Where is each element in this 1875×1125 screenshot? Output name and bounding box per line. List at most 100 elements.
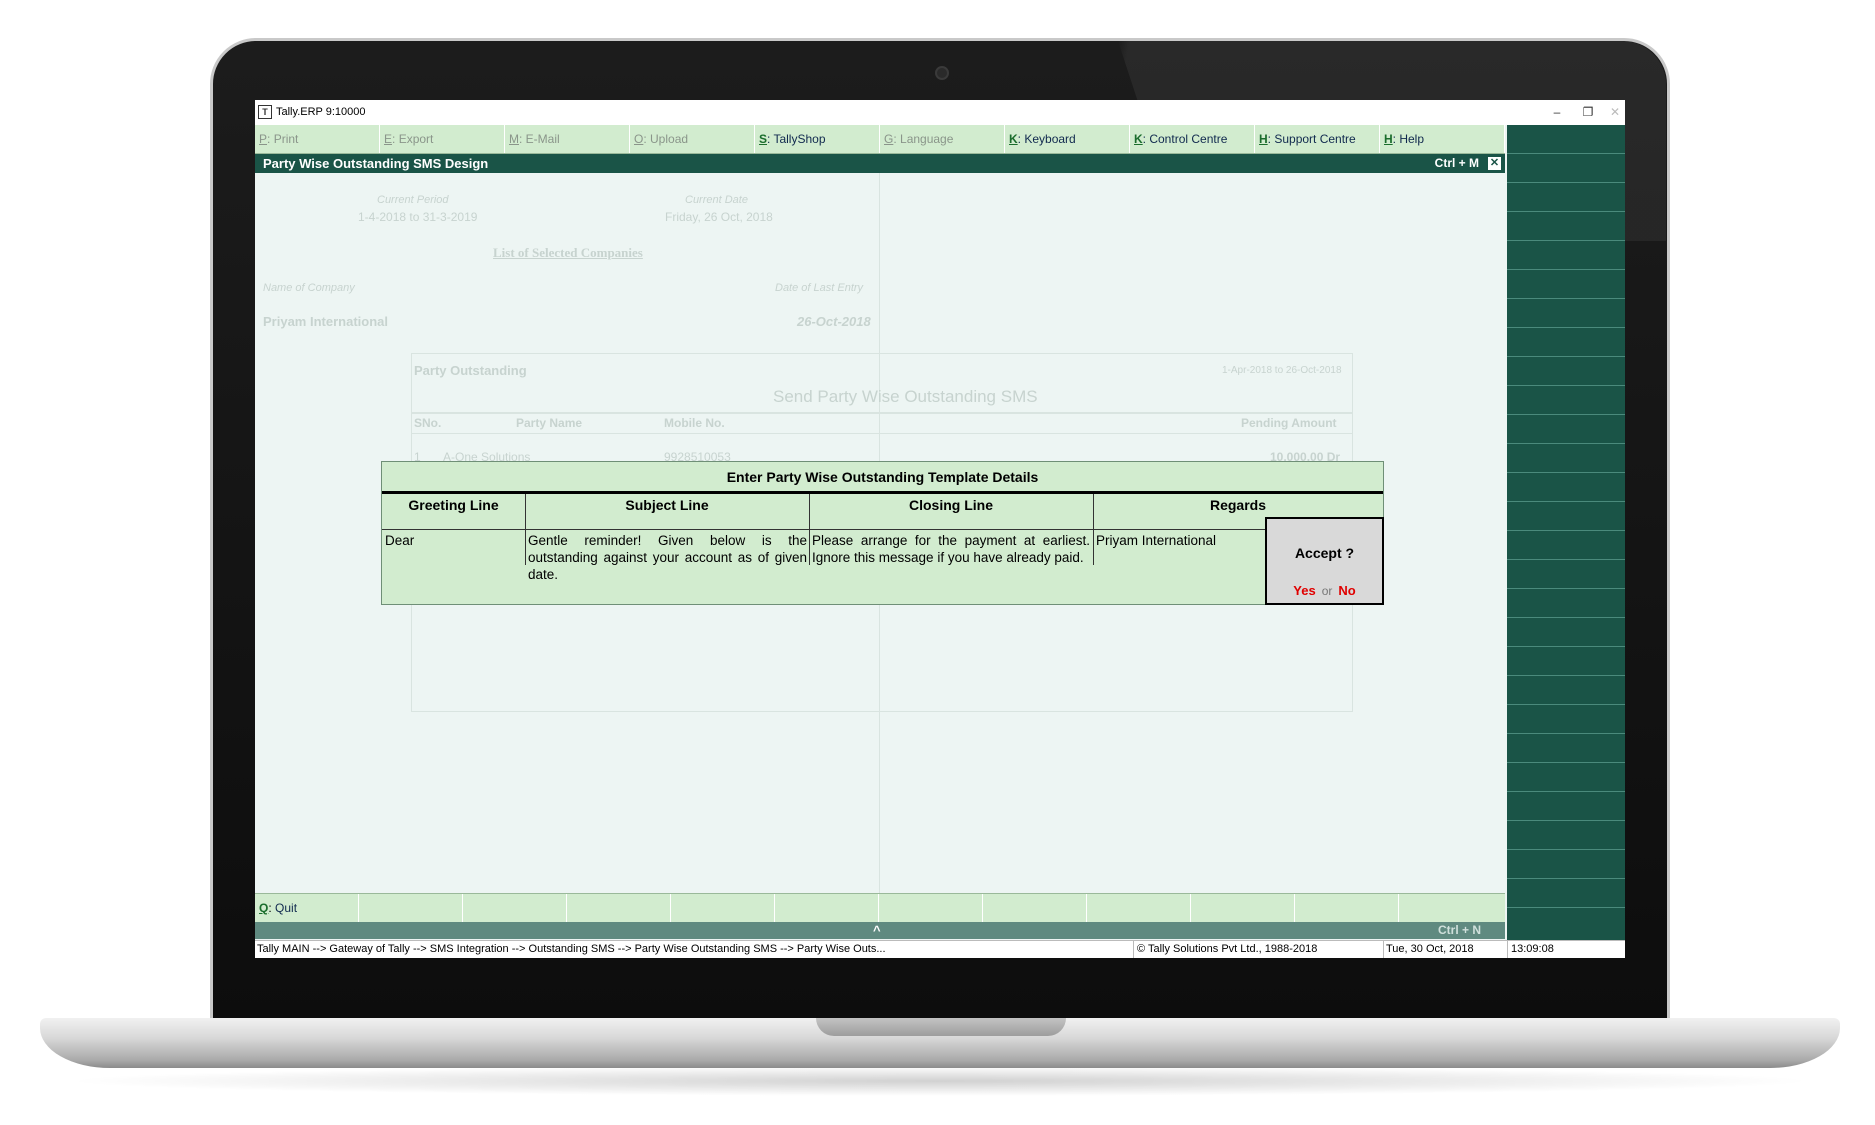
right-panel-button[interactable] (1507, 299, 1625, 328)
accept-options: Yes or No (1267, 583, 1382, 598)
button-support-centre[interactable]: H: Support Centre (1255, 125, 1380, 153)
bottom-empty-button[interactable] (1191, 894, 1295, 922)
status-date: Tue, 30 Oct, 2018 (1386, 943, 1474, 955)
button-export[interactable]: E: Export (380, 125, 505, 153)
bottom-empty-button[interactable] (983, 894, 1087, 922)
date-last-entry-label: Date of Last Entry (775, 282, 864, 294)
col-party-name: Party Name (516, 416, 583, 430)
right-panel-button[interactable] (1507, 792, 1625, 821)
bottom-empty-button[interactable] (359, 894, 463, 922)
right-panel-button[interactable] (1507, 357, 1625, 386)
button-quit[interactable]: Q: Quit (255, 894, 359, 922)
accept-prompt: Accept ? Yes or No (1265, 517, 1384, 605)
right-panel-button[interactable] (1507, 473, 1625, 502)
bottom-empty-button[interactable] (671, 894, 775, 922)
right-panel-button[interactable] (1507, 531, 1625, 560)
bottom-shortcut[interactable]: Ctrl + N (1438, 923, 1481, 937)
right-panel-button[interactable] (1507, 386, 1625, 415)
status-separator (1507, 941, 1508, 958)
right-panel-button[interactable] (1507, 618, 1625, 647)
report-title: Party Outstanding (414, 363, 527, 378)
subject-line-field[interactable]: Gentle reminder! Given below is the outs… (528, 532, 807, 583)
report-period: 1-Apr-2018 to 26-Oct-2018 (1222, 365, 1342, 376)
right-panel-button[interactable] (1507, 850, 1625, 879)
col-mobile: Mobile No. (664, 416, 725, 430)
regards-field[interactable]: Priyam International (1096, 532, 1261, 549)
right-panel-button[interactable] (1507, 183, 1625, 212)
header-shortcut[interactable]: Ctrl + M (1435, 156, 1479, 170)
bottom-empty-button[interactable] (567, 894, 671, 922)
closing-line-field[interactable]: Please arrange for the payment at earlie… (812, 532, 1090, 566)
button-control-centre[interactable]: K: Control Centre (1130, 125, 1255, 153)
col-sno: SNo. (414, 416, 442, 430)
screen-title: Party Wise Outstanding SMS Design (263, 156, 489, 171)
close-icon[interactable]: ✕ (1488, 157, 1501, 170)
tally-window: T Tally.ERP 9:10000 – ❐ ✕ P: Print E: Ex… (255, 100, 1625, 958)
accept-yes-button[interactable]: Yes (1293, 583, 1315, 598)
chevron-up-icon[interactable]: ^ (873, 922, 881, 939)
bottom-empty-button[interactable] (879, 894, 983, 922)
restore-button[interactable]: ❐ (1577, 103, 1599, 121)
right-panel-button[interactable] (1507, 705, 1625, 734)
right-button-panel (1507, 125, 1625, 940)
bottom-empty-button[interactable] (1399, 894, 1503, 922)
status-time: 13:09:08 (1511, 943, 1554, 955)
accept-no-button[interactable]: No (1338, 583, 1355, 598)
right-panel-button[interactable] (1507, 502, 1625, 531)
report-subtitle: Send Party Wise Outstanding SMS (773, 387, 1038, 406)
status-separator (1133, 941, 1134, 958)
right-panel-button[interactable] (1507, 154, 1625, 183)
right-panel-button[interactable] (1507, 270, 1625, 299)
current-date-value: Friday, 26 Oct, 2018 (665, 210, 773, 224)
right-panel-button[interactable] (1507, 879, 1625, 908)
current-period-label: Current Period (377, 194, 449, 206)
right-panel-button[interactable] (1507, 212, 1625, 241)
button-upload[interactable]: O: Upload (630, 125, 755, 153)
bottom-button-bar: Q: Quit (255, 893, 1505, 922)
greeting-line-field[interactable]: Dear (385, 532, 521, 549)
laptop-shadow (60, 1066, 1820, 1096)
list-of-companies-title: List of Selected Companies (493, 245, 643, 260)
right-panel-button[interactable] (1507, 444, 1625, 473)
right-panel-button[interactable] (1507, 125, 1625, 154)
dialog-header-row: Greeting Line Subject Line Closing Line … (382, 494, 1383, 530)
subject-line-header: Subject Line (625, 497, 709, 513)
name-of-company-label: Name of Company (263, 282, 355, 294)
right-panel-button[interactable] (1507, 763, 1625, 792)
bottom-empty-button[interactable] (1087, 894, 1191, 922)
button-tallyshop[interactable]: S: TallyShop (755, 125, 880, 153)
button-print[interactable]: P: Print (255, 125, 380, 153)
top-button-bar: P: Print E: Export M: E-Mail O: Upload S… (255, 125, 1505, 154)
button-language[interactable]: G: Language (880, 125, 1005, 153)
bottom-strip: ^ Ctrl + N (255, 922, 1505, 939)
close-window-button[interactable]: ✕ (1604, 103, 1625, 121)
bottom-empty-button[interactable] (463, 894, 567, 922)
dialog-title: Enter Party Wise Outstanding Template De… (726, 469, 1039, 485)
breadcrumb: Tally MAIN --> Gateway of Tally --> SMS … (257, 943, 886, 955)
company-name: Priyam International (263, 314, 388, 329)
report-header-line (412, 433, 1352, 434)
right-panel-button[interactable] (1507, 821, 1625, 850)
accept-or-text: or (1321, 584, 1333, 598)
right-panel-button[interactable] (1507, 241, 1625, 270)
col-pending-amount: Pending Amount (1241, 416, 1337, 430)
button-help[interactable]: H: Help (1380, 125, 1505, 153)
closing-line-header: Closing Line (909, 497, 993, 513)
right-panel-button[interactable] (1507, 676, 1625, 705)
minimize-button[interactable]: – (1546, 103, 1568, 121)
bottom-empty-button[interactable] (1295, 894, 1399, 922)
button-email[interactable]: M: E-Mail (505, 125, 630, 153)
right-panel-button[interactable] (1507, 647, 1625, 676)
right-panel-button[interactable] (1507, 560, 1625, 589)
status-bar: Tally MAIN --> Gateway of Tally --> SMS … (255, 940, 1625, 958)
right-panel-button[interactable] (1507, 415, 1625, 444)
button-keyboard[interactable]: K: Keyboard (1005, 125, 1130, 153)
right-panel-button[interactable] (1507, 328, 1625, 357)
column-divider (525, 494, 526, 565)
laptop-notch (816, 1018, 1066, 1036)
right-panel-button[interactable] (1507, 734, 1625, 763)
bottom-empty-button[interactable] (775, 894, 879, 922)
column-divider (1093, 494, 1094, 565)
window-title: Tally.ERP 9:10000 (276, 106, 366, 118)
right-panel-button[interactable] (1507, 589, 1625, 618)
